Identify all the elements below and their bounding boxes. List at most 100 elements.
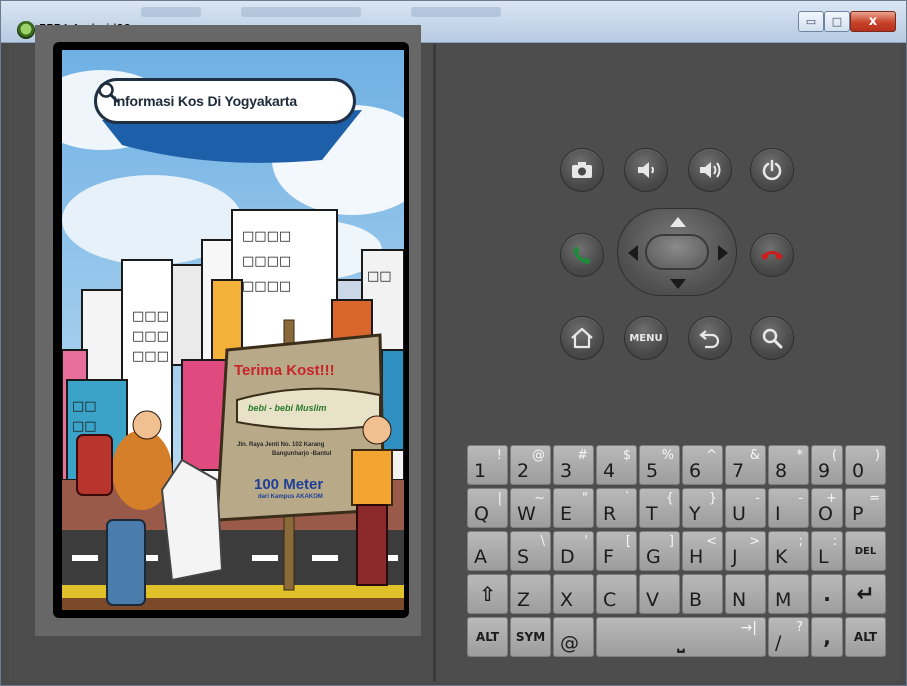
key-slash[interactable]: /? (768, 617, 809, 657)
key-h[interactable]: H < (682, 531, 723, 571)
splash-illustration: □□□□□□□□□ □□□□□□□□□□□□ □□ □□□□ (62, 50, 404, 610)
svg-text:□□: □□ (72, 399, 97, 414)
maximize-button[interactable]: □ (824, 11, 850, 32)
key-1[interactable]: 1! (467, 445, 508, 485)
back-icon (699, 330, 720, 349)
tab-glyph: →| (740, 620, 757, 636)
key-0[interactable]: 0) (845, 445, 886, 485)
home-icon (571, 327, 593, 349)
key-alt-left[interactable]: ALT (467, 617, 508, 657)
key-7[interactable]: 7 & (725, 445, 766, 485)
dpad-up-icon (670, 217, 686, 227)
svg-text:□□□: □□□ (132, 349, 169, 364)
key-5[interactable]: 5% (639, 445, 680, 485)
svg-text:□□□□: □□□□ (242, 254, 291, 269)
home-button[interactable] (560, 316, 604, 360)
key-s[interactable]: S \ (510, 531, 551, 571)
key-j[interactable]: J > (725, 531, 766, 571)
sign-subtitle: bebi - bebi Muslim (248, 403, 327, 413)
key-a[interactable]: A (467, 531, 508, 571)
minimize-button[interactable]: ▭ (798, 11, 824, 32)
key-o[interactable]: O + (811, 488, 843, 528)
search-icon (98, 82, 119, 103)
key-r[interactable]: R ` (596, 488, 637, 528)
key-p[interactable]: P = (845, 488, 886, 528)
svg-text:□□□□: □□□□ (242, 279, 291, 294)
key-u[interactable]: U- (725, 488, 766, 528)
key-shift[interactable]: ⇧ (467, 574, 508, 614)
key-i[interactable]: I- (768, 488, 809, 528)
key-n[interactable]: N (725, 574, 766, 614)
key-8[interactable]: 8 * (768, 445, 809, 485)
camera-button[interactable] (560, 148, 604, 192)
key-9[interactable]: 9( (811, 445, 843, 485)
blurred-background (241, 7, 361, 17)
camera-icon (572, 162, 592, 178)
power-button[interactable] (750, 148, 794, 192)
android-emulator-icon (17, 21, 35, 39)
end-call-button[interactable] (750, 233, 794, 277)
key-t[interactable]: T{ (639, 488, 680, 528)
sign-address-line1: Jln. Raya Jenti No. 102 Karang (237, 442, 325, 448)
key-space[interactable]: ⎵ →| (596, 617, 766, 657)
dpad-left-icon (628, 245, 638, 261)
key-w[interactable]: W ~ (510, 488, 551, 528)
key-f[interactable]: F[ (596, 531, 637, 571)
svg-text:□□: □□ (72, 419, 97, 434)
sign-headline: Terima Kost!!! (234, 362, 335, 379)
key-period[interactable]: . (811, 574, 843, 614)
key-m[interactable]: M (768, 574, 809, 614)
key-alt-right[interactable]: ALT (845, 617, 886, 657)
hardware-keyboard: 1! 2 @ 3 # 4 $ 5% 6 ^ 7 & 8 * 9( 0) Q | W ~ E " R… (467, 445, 887, 662)
blurred-background (411, 7, 501, 17)
app-search-banner[interactable]: Informasi Kos Di Yogyakarta (94, 78, 356, 124)
dpad-center-button[interactable] (645, 234, 709, 270)
end-call-icon (761, 251, 783, 260)
call-button[interactable] (560, 233, 604, 277)
volume-up-button[interactable] (688, 148, 732, 192)
sign-address-line2: Bangunharjo -Bantul (272, 451, 332, 457)
menu-label: MENU (629, 332, 663, 344)
search-button[interactable] (750, 316, 794, 360)
key-l[interactable]: L: (811, 531, 843, 571)
banner-title: Informasi Kos Di Yogyakarta (113, 93, 297, 109)
call-icon (573, 246, 591, 264)
svg-text:□□: □□ (367, 269, 392, 284)
key-at[interactable]: @ (553, 617, 594, 657)
volume-down-button[interactable] (624, 148, 668, 192)
sign-distance-note: dari Kampus AKAKOM (258, 494, 323, 500)
key-comma[interactable]: , (811, 617, 843, 657)
sign-distance: 100 Meter (254, 476, 324, 493)
key-delete[interactable]: DEL (845, 531, 886, 571)
back-button[interactable] (688, 316, 732, 360)
key-g[interactable]: G] (639, 531, 680, 571)
blurred-background (141, 7, 201, 17)
key-q[interactable]: Q | (467, 488, 508, 528)
key-enter[interactable]: ↵ (845, 574, 886, 614)
close-button[interactable]: x (850, 11, 896, 32)
dpad-right-icon (718, 245, 728, 261)
volume-down-icon (638, 162, 654, 178)
volume-up-icon (700, 162, 721, 178)
key-x[interactable]: X (553, 574, 594, 614)
key-k[interactable]: K; (768, 531, 809, 571)
search-icon (762, 328, 783, 349)
key-sym[interactable]: SYM (510, 617, 551, 657)
key-3[interactable]: 3 # (553, 445, 594, 485)
key-y[interactable]: Y} (682, 488, 723, 528)
key-6[interactable]: 6 ^ (682, 445, 723, 485)
key-e[interactable]: E " (553, 488, 594, 528)
menu-button[interactable]: MENU (624, 316, 668, 360)
device-screen[interactable]: □□□ □□□ □□□ □□□□ □□□□ □□□□ □□ □□ □□ Info… (62, 50, 404, 610)
svg-text:□□□□: □□□□ (242, 229, 291, 244)
key-z[interactable]: Z (510, 574, 551, 614)
power-icon (762, 159, 782, 181)
svg-text:□□□: □□□ (132, 309, 169, 324)
key-b[interactable]: B (682, 574, 723, 614)
key-v[interactable]: V (639, 574, 680, 614)
key-4[interactable]: 4 $ (596, 445, 637, 485)
key-d[interactable]: D ' (553, 531, 594, 571)
key-c[interactable]: C (596, 574, 637, 614)
key-2[interactable]: 2 @ (510, 445, 551, 485)
dpad-down-icon (670, 279, 686, 289)
